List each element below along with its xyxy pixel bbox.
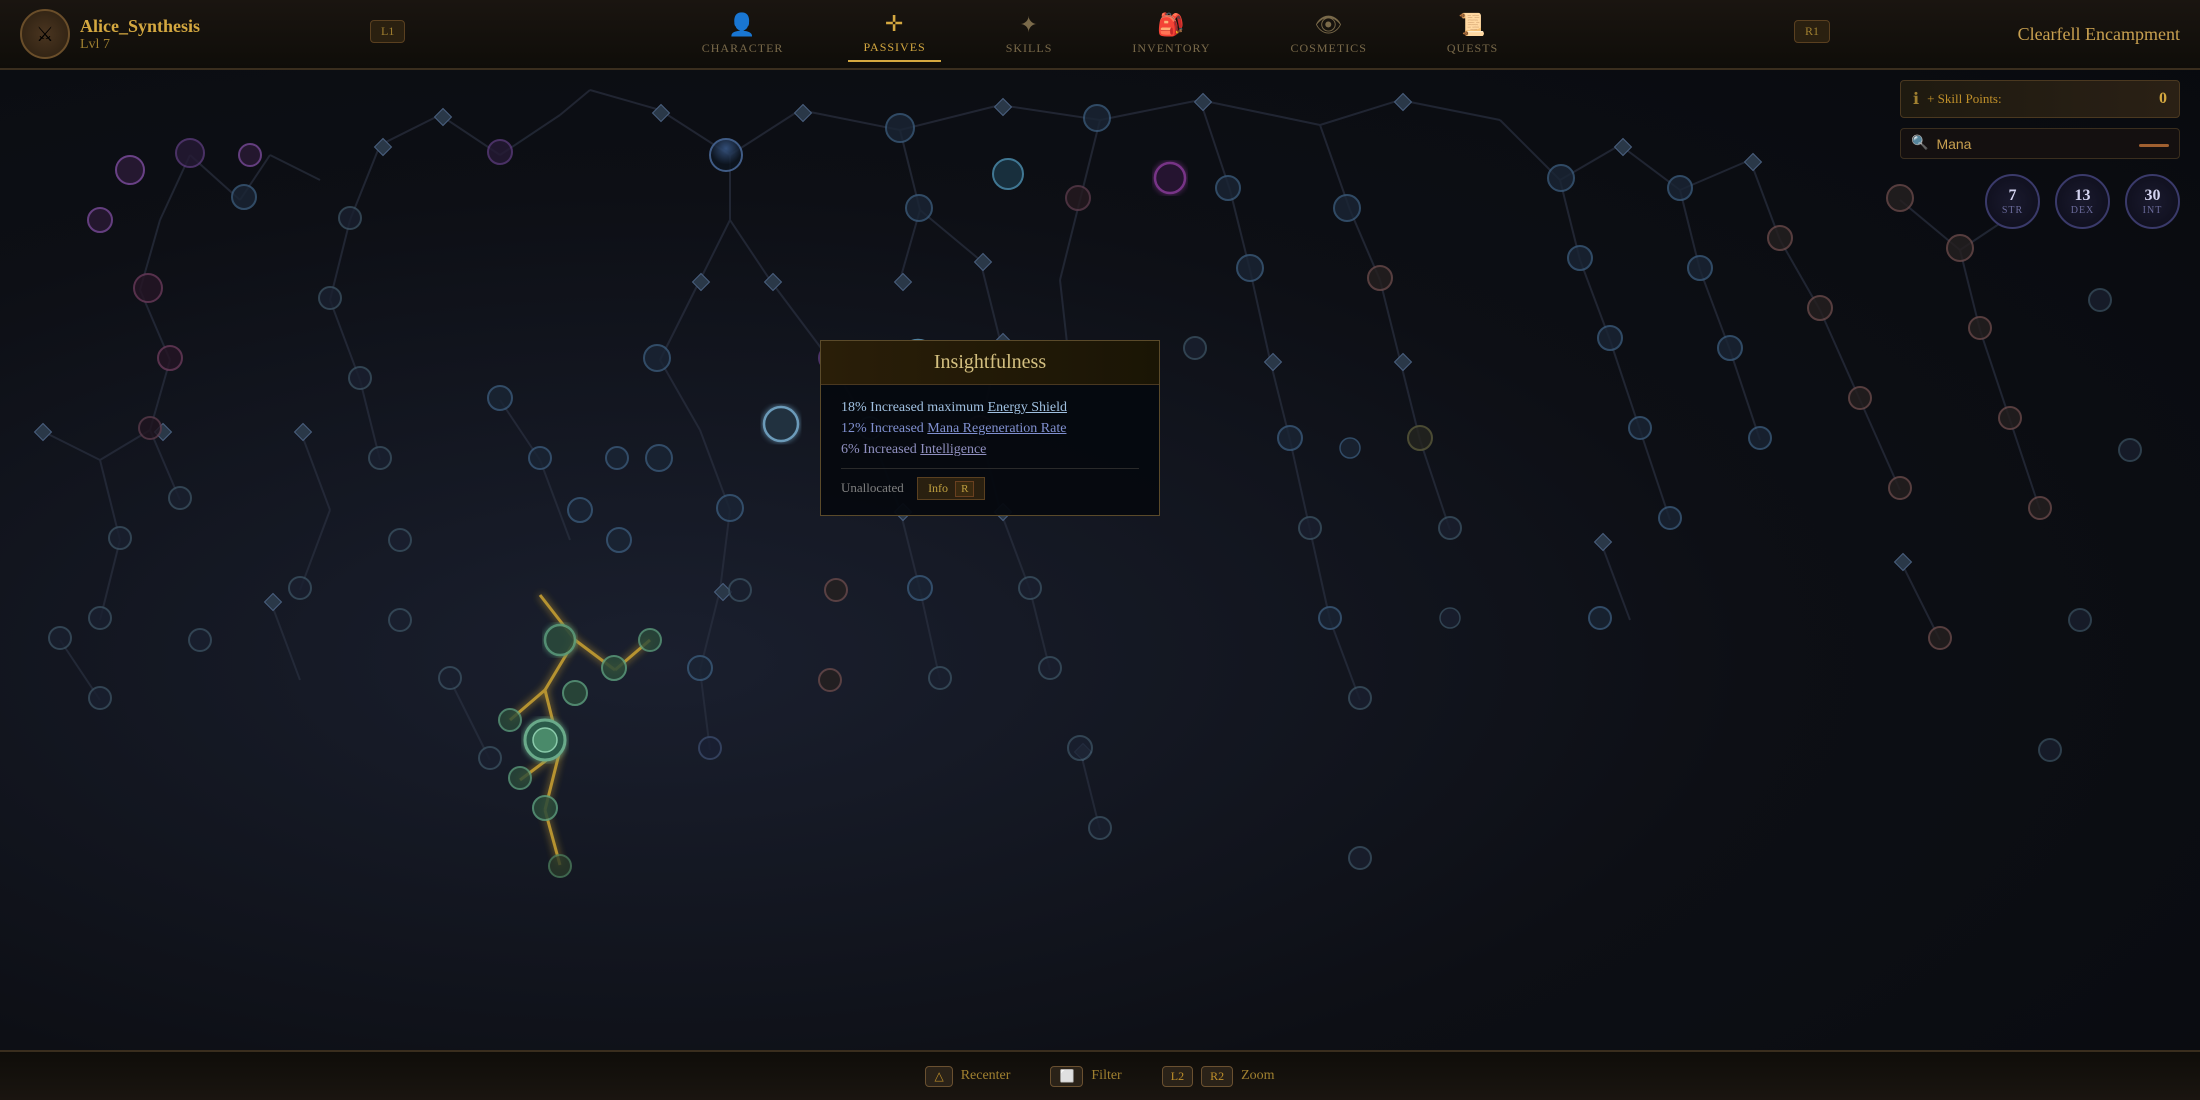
- player-name: Alice_Synthesis: [80, 16, 200, 37]
- location-name: Clearfell Encampment: [1920, 24, 2200, 45]
- skills-icon: ✦: [1019, 12, 1038, 38]
- passives-icon: ✛: [885, 11, 904, 37]
- tab-skills[interactable]: ✦ Skills: [991, 7, 1068, 61]
- r1-button[interactable]: R1: [1794, 20, 1830, 43]
- tooltip-status: Unallocated Info R: [841, 468, 1139, 500]
- navigation-tabs: 👤 Character ✛ Passives ✦ Skills 🎒 Invent…: [280, 6, 1920, 62]
- filter-action: ⬜ Filter: [1050, 1066, 1121, 1087]
- quests-icon: 📜: [1458, 12, 1486, 38]
- stat-dex: 13 DEX: [2055, 174, 2110, 229]
- node-tooltip: Insightfulness 18% Increased maximum Ene…: [820, 340, 1160, 516]
- int-value: 30: [2145, 187, 2161, 205]
- info-key: R: [955, 481, 974, 497]
- skill-points-value: 0: [2159, 90, 2167, 108]
- filter-label: Filter: [1091, 1068, 1121, 1084]
- int-label: INT: [2143, 205, 2163, 216]
- tab-passives[interactable]: ✛ Passives: [848, 6, 940, 62]
- zoom-action: L2 R2 Zoom: [1162, 1066, 1275, 1087]
- recenter-key: △: [925, 1066, 952, 1087]
- tab-quests-label: Quests: [1447, 41, 1498, 56]
- tooltip-title-bar: Insightfulness: [821, 341, 1159, 385]
- tooltip-stat-energy-shield: 18% Increased maximum Energy Shield: [841, 400, 1139, 416]
- right-panel: ℹ + Skill Points: 0 🔍 7 STR 13 DEX 30 IN…: [1900, 80, 2180, 229]
- tooltip-title: Insightfulness: [934, 351, 1046, 373]
- tooltip-body: 18% Increased maximum Energy Shield 12% …: [821, 385, 1159, 515]
- search-bar: 🔍: [1900, 128, 2180, 159]
- player-name-level: Alice_Synthesis Lvl 7: [80, 16, 200, 53]
- tab-inventory[interactable]: 🎒 Inventory: [1117, 7, 1225, 61]
- character-icon: 👤: [728, 12, 756, 38]
- skill-points-bar: ℹ + Skill Points: 0: [1900, 80, 2180, 118]
- info-icon: ℹ: [1913, 89, 1919, 109]
- recenter-label: Recenter: [961, 1068, 1011, 1084]
- top-navigation-bar: L1 ⚔ Alice_Synthesis Lvl 7 👤 Character ✛…: [0, 0, 2200, 70]
- tab-passives-label: Passives: [863, 40, 925, 55]
- zoom-r2-key: R2: [1201, 1066, 1233, 1087]
- tab-quests[interactable]: 📜 Quests: [1432, 7, 1513, 61]
- tab-skills-label: Skills: [1006, 41, 1053, 56]
- dex-label: DEX: [2071, 205, 2095, 216]
- filter-key: ⬜: [1050, 1066, 1083, 1087]
- tab-character[interactable]: 👤 Character: [687, 7, 799, 61]
- tab-character-label: Character: [702, 41, 784, 56]
- tooltip-stat-mana: 12% Increased Mana Regeneration Rate: [841, 421, 1139, 437]
- skill-tree-background: [0, 0, 2200, 1100]
- player-info: ⚔ Alice_Synthesis Lvl 7: [0, 9, 280, 59]
- tooltip-stat-intel: 6% Increased Intelligence: [841, 442, 1139, 458]
- tab-inventory-label: Inventory: [1132, 41, 1210, 56]
- skill-points-label: + Skill Points:: [1927, 91, 2151, 107]
- str-value: 7: [2009, 187, 2017, 205]
- search-input[interactable]: [1936, 136, 2131, 152]
- dex-value: 13: [2075, 187, 2091, 205]
- tab-cosmetics-label: Cosmetics: [1291, 41, 1367, 56]
- bottom-bar: △ Recenter ⬜ Filter L2 R2 Zoom: [0, 1050, 2200, 1100]
- l1-button[interactable]: L1: [370, 20, 405, 43]
- player-avatar: ⚔: [20, 9, 70, 59]
- tooltip-info-button[interactable]: Info R: [917, 477, 985, 500]
- stats-row: 7 STR 13 DEX 30 INT: [1900, 174, 2180, 229]
- tab-cosmetics[interactable]: 👁 Cosmetics: [1276, 7, 1382, 61]
- zoom-l2-key: L2: [1162, 1066, 1193, 1087]
- stat-str: 7 STR: [1985, 174, 2040, 229]
- zoom-label: Zoom: [1241, 1068, 1274, 1084]
- cosmetics-icon: 👁: [1314, 12, 1343, 38]
- str-label: STR: [2002, 205, 2023, 216]
- inventory-icon: 🎒: [1157, 12, 1185, 38]
- player-level: Lvl 7: [80, 37, 200, 53]
- search-icon: 🔍: [1911, 135, 1928, 152]
- recenter-action: △ Recenter: [925, 1066, 1010, 1087]
- stat-int: 30 INT: [2125, 174, 2180, 229]
